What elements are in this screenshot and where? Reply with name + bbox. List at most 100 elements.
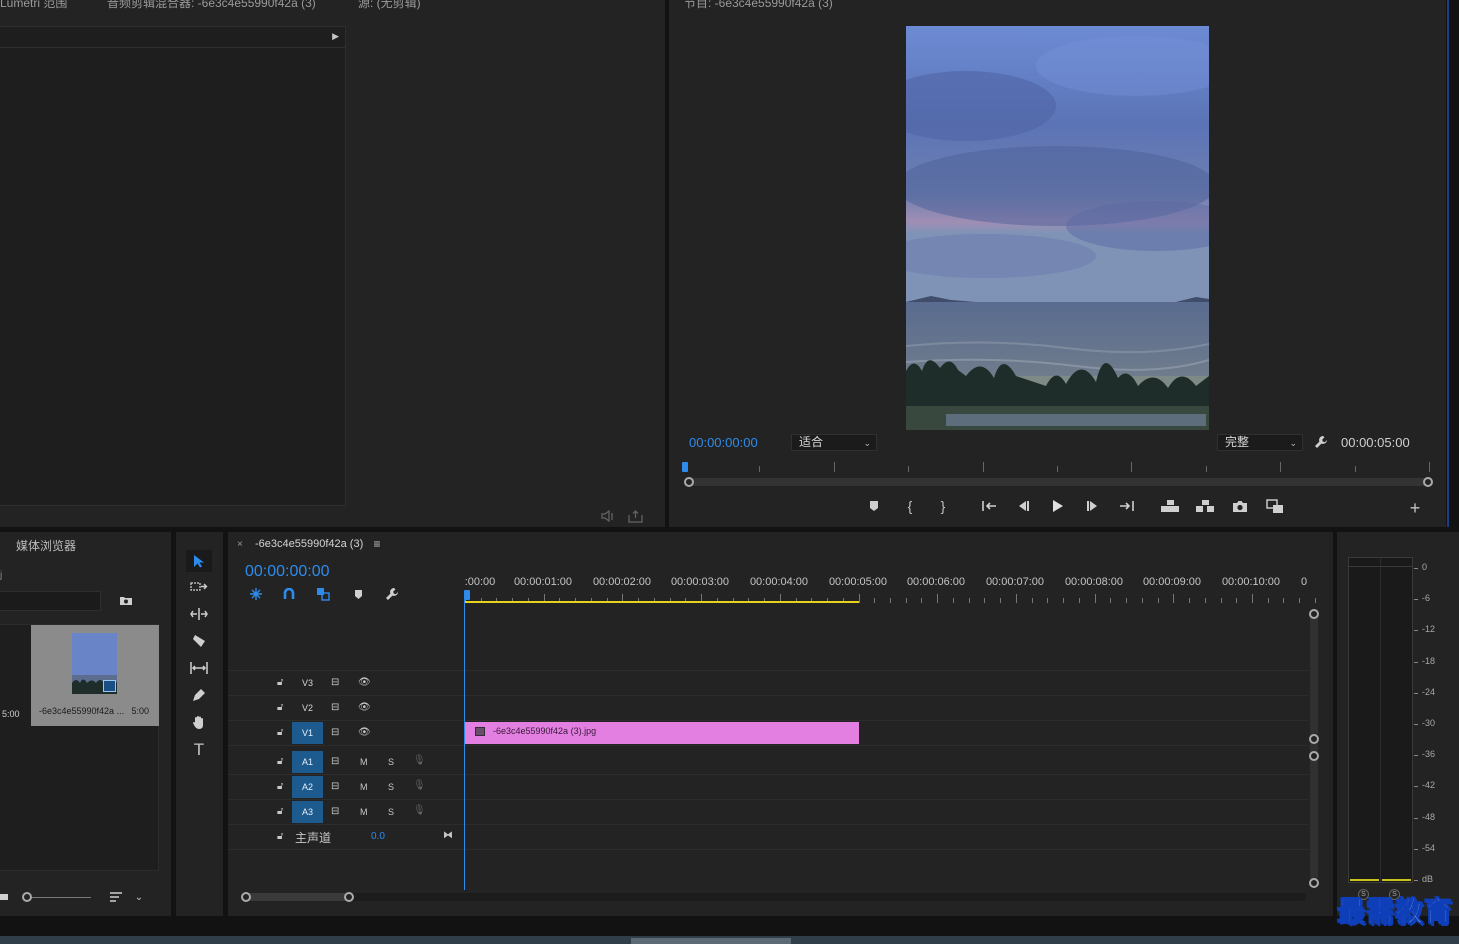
comparison-view-icon[interactable]	[1265, 498, 1285, 514]
export-frame-icon[interactable]	[627, 509, 643, 523]
program-zoom-scrollbar[interactable]	[687, 478, 1429, 486]
sync-lock-icon[interactable]: ⊟	[331, 806, 339, 817]
sync-lock-icon[interactable]: ⊟	[331, 702, 339, 713]
track-master[interactable]: 🔓︎ 主声道 0.0 ⧓	[228, 825, 1309, 850]
track-a2[interactable]: 🔓︎ A2 ⊟ M S 🎙︎	[228, 775, 1309, 800]
project-search-input[interactable]	[0, 591, 101, 611]
track-a3[interactable]: 🔓︎ A3 ⊟ M S 🎙︎	[228, 800, 1309, 825]
track-v1[interactable]: 🔓︎ V1 ⊟ 👁︎ -6e3c4e55990f42a (3).jpg	[228, 721, 1309, 746]
razor-tool-icon[interactable]	[186, 631, 212, 651]
new-search-bin-icon[interactable]	[118, 593, 134, 607]
work-area-bar[interactable]	[465, 601, 859, 603]
tab-audio-clip-mixer[interactable]: 音频剪辑混合器: -6e3c4e55990f42a (3)	[107, 0, 316, 11]
mute-button[interactable]: M	[360, 782, 368, 792]
selection-tool-icon[interactable]	[186, 550, 212, 572]
microphone-icon[interactable]: 🎙︎	[413, 780, 426, 791]
zoom-slider-handle[interactable]	[22, 892, 32, 902]
play-triangle-icon[interactable]: ▶	[332, 31, 339, 42]
go-to-edit-point-icon[interactable]: ⧓	[443, 830, 453, 841]
tab-program-monitor[interactable]: 节目: -6e3c4e55990f42a (3)	[684, 0, 833, 11]
chevron-down-icon[interactable]: ⌄	[132, 890, 146, 904]
audio-scroll-bottom-handle[interactable]	[1309, 878, 1319, 888]
sync-lock-icon[interactable]: ⊟	[331, 727, 339, 738]
lock-icon[interactable]: 🔓︎	[277, 831, 283, 842]
solo-button[interactable]: S	[388, 782, 394, 792]
eye-icon[interactable]: 👁︎	[358, 702, 371, 713]
track-label-v1[interactable]: V1	[292, 722, 323, 744]
go-to-in-icon[interactable]	[980, 499, 998, 513]
program-playhead-marker[interactable]	[682, 462, 688, 472]
button-editor-plus-icon[interactable]: +	[1406, 498, 1424, 518]
hand-tool-icon[interactable]	[186, 712, 212, 732]
lock-icon[interactable]: 🔓︎	[277, 727, 283, 738]
playback-resolution-select[interactable]: 完整 ⌄	[1217, 434, 1303, 451]
go-to-out-icon[interactable]	[1118, 499, 1136, 513]
tab-lumetri-scopes[interactable]: Lumetri 范围	[0, 0, 67, 11]
track-label-a3[interactable]: A3	[292, 801, 323, 823]
microphone-icon[interactable]: 🎙︎	[413, 805, 426, 816]
lift-icon[interactable]	[1159, 498, 1181, 514]
sync-lock-icon[interactable]: ⊟	[331, 781, 339, 792]
type-tool-icon[interactable]: T	[186, 739, 212, 761]
track-v3[interactable]: 🔓︎ V3 ⊟ 👁︎	[228, 671, 1309, 696]
mark-out-icon[interactable]: }	[936, 498, 950, 514]
thumbnail-zoom-slider[interactable]	[27, 897, 91, 898]
sync-lock-icon[interactable]: ⊟	[331, 677, 339, 688]
mute-button[interactable]: M	[360, 807, 368, 817]
timeline-playhead-marker[interactable]	[464, 590, 470, 600]
extract-icon[interactable]	[1194, 498, 1216, 514]
project-item-thumbnail-card[interactable]: -6e3c4e55990f42a ... 5:00	[31, 625, 159, 726]
camera-icon[interactable]	[1231, 498, 1249, 514]
program-playhead-timecode[interactable]: 00:00:00:00	[689, 435, 758, 450]
new-item-icon[interactable]	[0, 892, 8, 902]
video-scroll-top-handle[interactable]	[1309, 609, 1319, 619]
lock-icon[interactable]: 🔓︎	[277, 781, 283, 792]
scrollbar-right-handle[interactable]	[1423, 477, 1433, 487]
play-icon[interactable]	[1050, 498, 1066, 514]
track-label-a1[interactable]: A1	[292, 751, 323, 773]
step-forward-icon[interactable]	[1085, 499, 1101, 513]
slip-tool-icon[interactable]	[186, 658, 212, 678]
lock-icon[interactable]: 🔓︎	[277, 806, 283, 817]
tab-source-monitor[interactable]: 源: (无剪辑)	[358, 0, 421, 11]
program-time-ruler[interactable]	[685, 460, 1430, 474]
master-volume-value[interactable]: 0.0	[371, 831, 385, 842]
mark-in-icon[interactable]: {	[903, 498, 917, 514]
step-back-icon[interactable]	[1015, 499, 1031, 513]
tab-media-browser[interactable]: 媒体浏览器	[16, 537, 76, 554]
sort-icons-icon[interactable]	[108, 890, 124, 904]
eye-icon[interactable]: 👁︎	[358, 677, 371, 688]
zoom-level-select[interactable]: 适合 ⌄	[791, 434, 877, 451]
ripple-edit-tool-icon[interactable]	[186, 604, 212, 624]
sync-lock-icon[interactable]: ⊟	[331, 756, 339, 767]
track-v2[interactable]: 🔓︎ V2 ⊟ 👁︎	[228, 696, 1309, 721]
scrollbar-left-handle[interactable]	[684, 477, 694, 487]
wrench-icon[interactable]	[1313, 434, 1329, 450]
solo-button[interactable]: S	[388, 807, 394, 817]
vertical-scrollbar[interactable]	[1310, 614, 1318, 884]
add-marker-icon[interactable]	[867, 499, 881, 513]
video-scroll-bottom-handle[interactable]	[1309, 734, 1319, 744]
hscroll-right-handle[interactable]	[344, 892, 354, 902]
solo-button[interactable]: S	[388, 757, 394, 767]
track-label-v2[interactable]: V2	[292, 697, 323, 719]
timeline-ruler[interactable]: :00:00 00:00:01:00 00:00:02:00 00:00:03:…	[228, 532, 1316, 604]
mute-button[interactable]: M	[360, 757, 368, 767]
track-label-a2[interactable]: A2	[292, 776, 323, 798]
lock-icon[interactable]: 🔓︎	[277, 702, 283, 713]
audio-scroll-top-handle[interactable]	[1309, 751, 1319, 761]
lock-icon[interactable]: 🔓︎	[277, 756, 283, 767]
microphone-icon[interactable]: 🎙︎	[413, 755, 426, 766]
video-clip[interactable]: -6e3c4e55990f42a (3).jpg	[465, 722, 859, 744]
horizontal-scrollbar-track[interactable]	[244, 893, 1306, 901]
status-bar-scroll-thumb[interactable]	[631, 938, 791, 944]
timeline-playhead-line[interactable]	[464, 600, 465, 890]
audio-only-drag-icon[interactable]	[600, 509, 616, 523]
pen-tool-icon[interactable]	[186, 685, 212, 705]
track-select-forward-tool-icon[interactable]	[186, 577, 212, 597]
eye-icon[interactable]: 👁︎	[358, 727, 371, 738]
hscroll-left-handle[interactable]	[241, 892, 251, 902]
horizontal-scrollbar-thumb[interactable]	[244, 893, 350, 901]
track-a1[interactable]: 🔓︎ A1 ⊟ M S 🎙︎	[228, 750, 1309, 775]
track-label-v3[interactable]: V3	[292, 672, 323, 694]
